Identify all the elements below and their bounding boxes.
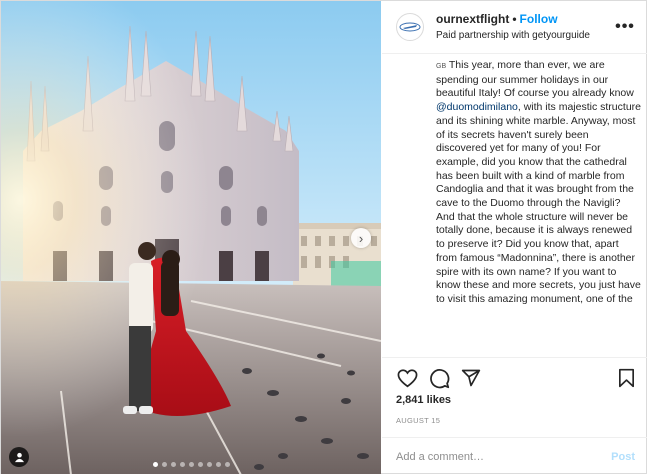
next-slide-button[interactable]: › — [351, 228, 371, 248]
bookmark-icon[interactable] — [613, 365, 639, 391]
caption-part-1: This year, more than ever, we are spendi… — [436, 59, 634, 100]
comment-icon[interactable] — [426, 365, 452, 391]
carousel-dot — [197, 462, 203, 467]
separator-dot: • — [512, 11, 517, 26]
post-comment-button[interactable]: Post — [611, 451, 635, 463]
action-bar — [394, 365, 639, 391]
more-options-icon[interactable]: ••• — [615, 18, 635, 36]
comment-bar: Post — [382, 437, 647, 474]
post-photo[interactable]: › — [1, 1, 381, 474]
user-tag-icon — [14, 452, 24, 462]
caption-text: GB This year, more than ever, we are spe… — [436, 59, 641, 307]
carousel-dot — [188, 462, 194, 467]
airplane-logo-icon — [399, 22, 421, 32]
carousel-dot — [161, 462, 167, 467]
carousel-dot — [152, 462, 158, 467]
duomo-milano-photo — [1, 1, 381, 474]
follow-button[interactable]: Follow — [520, 12, 558, 26]
carousel-indicators — [1, 462, 381, 467]
divider — [382, 357, 647, 358]
carousel-dot — [206, 462, 212, 467]
share-icon[interactable] — [458, 365, 484, 391]
instagram-post: › ournextflight • Follow Paid partnershi… — [0, 0, 647, 474]
comment-input[interactable] — [396, 450, 612, 463]
post-side-panel: ournextflight • Follow Paid partnership wi… — [382, 1, 647, 474]
username[interactable]: ournextflight — [436, 12, 509, 26]
caption-scroll-area[interactable]: GB This year, more than ever, we are spe… — [436, 59, 641, 351]
avatar[interactable] — [396, 13, 424, 41]
mention-link[interactable]: @duomodimilano — [436, 101, 518, 113]
carousel-dot — [179, 462, 185, 467]
carousel-dot — [170, 462, 176, 467]
chevron-right-icon: › — [358, 230, 364, 246]
paid-partnership-label[interactable]: Paid partnership with getyourguide — [436, 30, 615, 43]
heart-icon[interactable] — [394, 365, 420, 391]
post-header: ournextflight • Follow Paid partnership wi… — [382, 1, 647, 54]
carousel-dot — [224, 462, 230, 467]
likes-count[interactable]: 2,841 likes — [396, 394, 451, 406]
flag-gb-icon: GB — [436, 63, 447, 70]
post-date[interactable]: AUGUST 15 — [396, 416, 440, 425]
caption-part-2: , with its majestic structure and its sh… — [436, 101, 641, 305]
carousel-dot — [215, 462, 221, 467]
